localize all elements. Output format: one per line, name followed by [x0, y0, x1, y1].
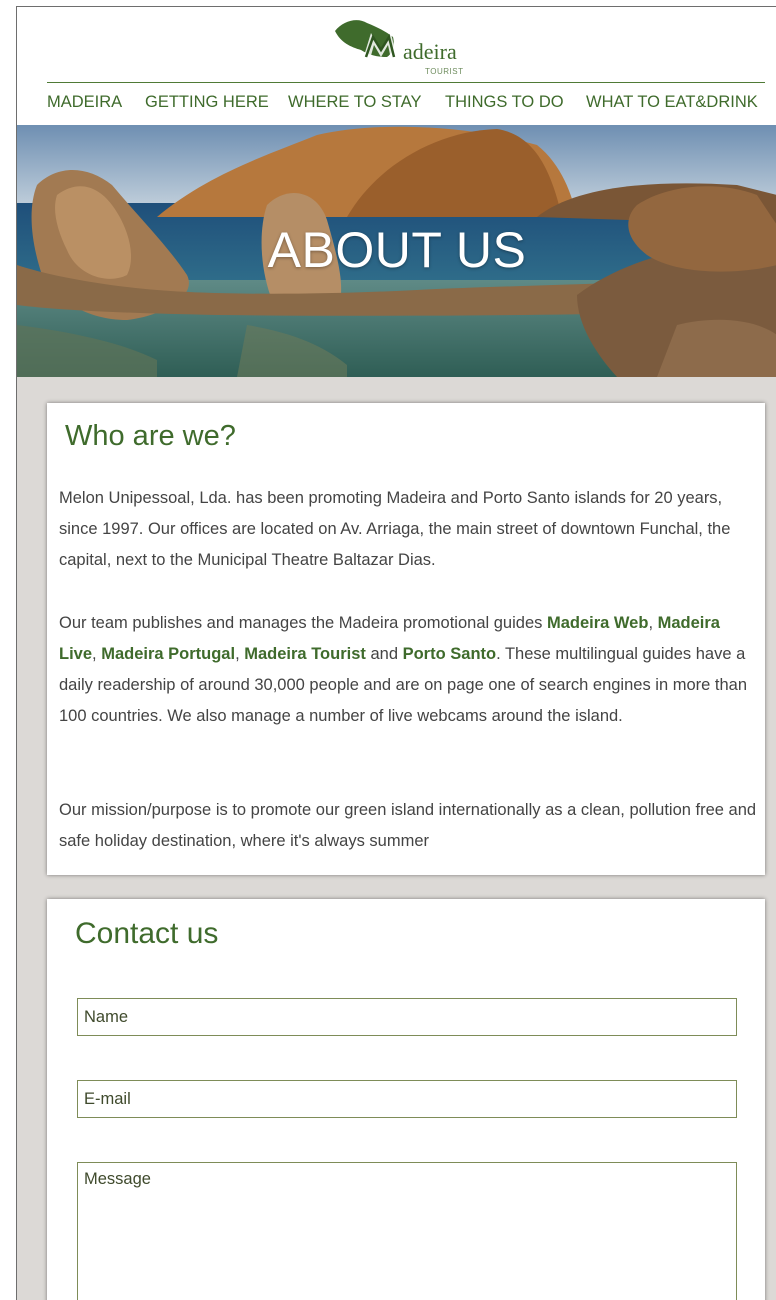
contact-title: Contact us: [75, 917, 219, 950]
page-frame: adeira TOURIST MADEIRA GETTING HERE WHER…: [16, 6, 776, 1300]
about-title: Who are we?: [65, 420, 236, 452]
hero-banner: ABOUT US: [17, 125, 776, 377]
about-paragraph-mission: Our mission/purpose is to promote our gr…: [59, 801, 757, 850]
header-divider: [47, 82, 765, 83]
separator: ,: [648, 614, 658, 632]
nav-item-what-to-eat-drink[interactable]: WHAT TO EAT&DRINK: [586, 93, 758, 112]
guides-intro-text: Our team publishes and manages the Madei…: [59, 614, 547, 632]
nav-item-things-to-do[interactable]: THINGS TO DO: [445, 93, 564, 112]
contact-card: Contact us: [47, 899, 765, 1300]
link-madeira-tourist[interactable]: Madeira Tourist: [244, 645, 366, 663]
message-textarea[interactable]: [77, 1162, 737, 1300]
email-input[interactable]: [77, 1080, 737, 1118]
name-input[interactable]: [77, 998, 737, 1036]
about-paragraph-history: Melon Unipessoal, Lda. has been promotin…: [59, 489, 731, 569]
separator: ,: [235, 645, 245, 663]
logo-tagline: TOURIST: [425, 67, 464, 76]
about-card: Who are we? Melon Unipessoal, Lda. has b…: [47, 403, 765, 875]
site-header: adeira TOURIST MADEIRA GETTING HERE WHER…: [17, 7, 776, 125]
nav-item-where-to-stay[interactable]: WHERE TO STAY: [288, 93, 422, 112]
link-porto-santo[interactable]: Porto Santo: [403, 645, 497, 663]
nav-item-madeira[interactable]: MADEIRA: [47, 93, 122, 112]
hero-title: ABOUT US: [267, 222, 527, 278]
separator: ,: [92, 645, 102, 663]
about-paragraph-guides: Our team publishes and manages the Madei…: [59, 608, 759, 732]
separator: and: [365, 645, 403, 663]
site-logo[interactable]: adeira TOURIST: [333, 17, 503, 79]
link-madeira-web[interactable]: Madeira Web: [547, 614, 648, 632]
nav-item-getting-here[interactable]: GETTING HERE: [145, 93, 269, 112]
logo-wordmark: adeira: [403, 39, 457, 64]
link-madeira-portugal[interactable]: Madeira Portugal: [101, 645, 235, 663]
main-nav: MADEIRA GETTING HERE WHERE TO STAY THING…: [17, 91, 776, 117]
